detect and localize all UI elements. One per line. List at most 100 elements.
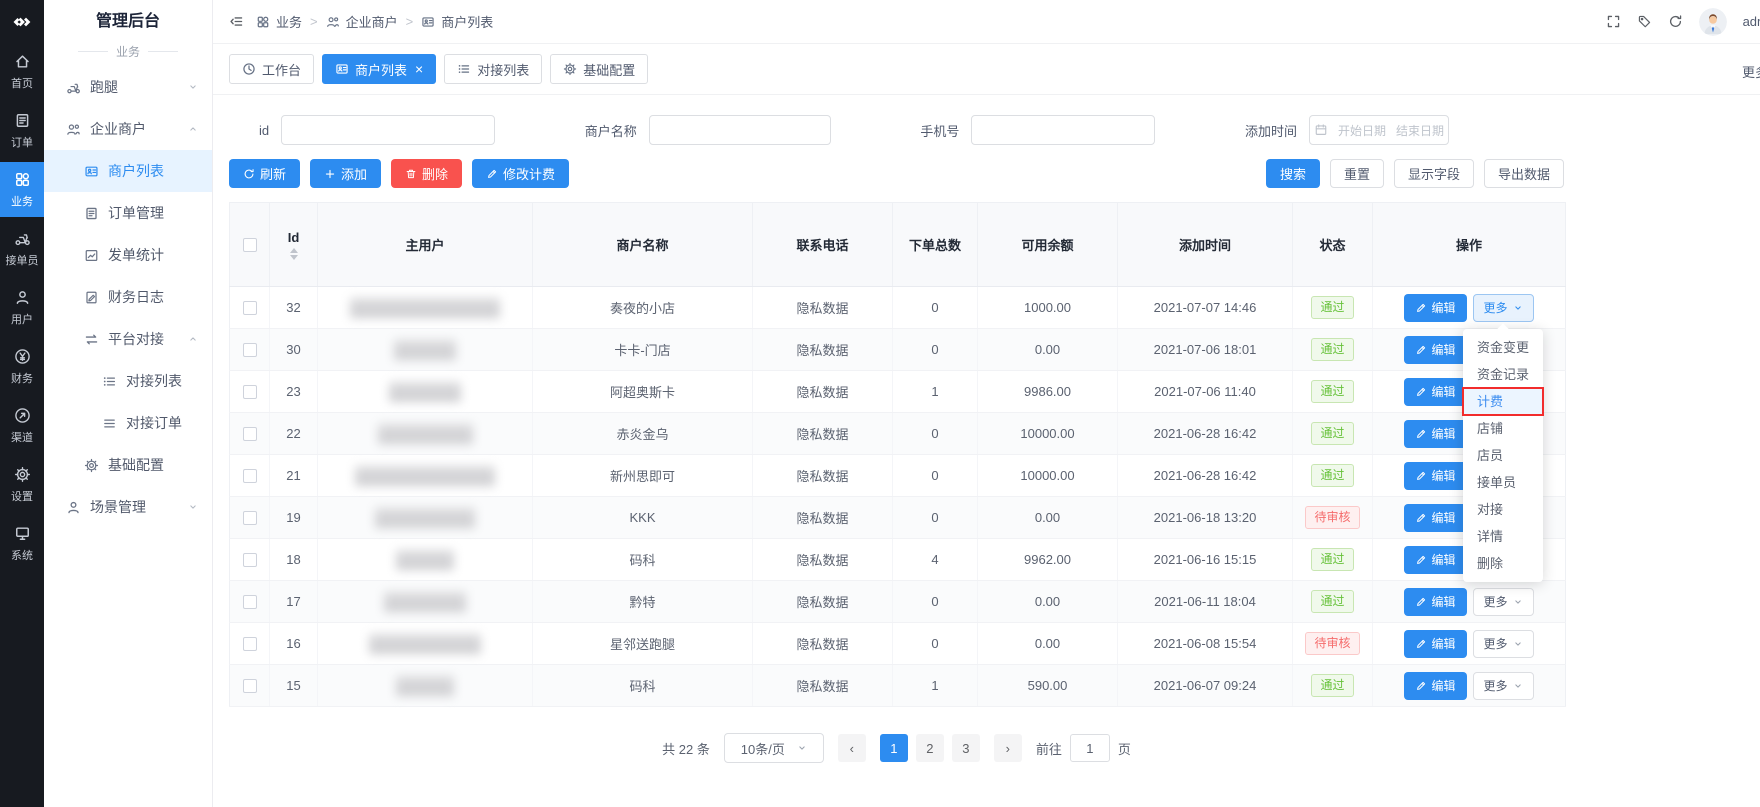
- dropdown-item-highlighted[interactable]: 计费: [1463, 388, 1543, 415]
- tab-listdots[interactable]: 对接列表: [444, 54, 542, 84]
- toolbar: 刷新 添加 删除 修改计费 搜索 重置 显示字段 导出数据: [229, 159, 1564, 188]
- sidebar-item-gear-9[interactable]: 基础配置: [44, 444, 212, 486]
- sidebar-item-user-10[interactable]: 场景管理: [44, 486, 212, 528]
- dropdown-item[interactable]: 详情: [1463, 523, 1543, 550]
- next-page-button[interactable]: ›: [994, 734, 1022, 762]
- more-button[interactable]: 更多: [1473, 672, 1534, 700]
- rail-item-monitor[interactable]: 系统: [0, 516, 44, 571]
- refresh-button[interactable]: 刷新: [229, 159, 300, 188]
- more-button[interactable]: 更多: [1473, 294, 1534, 322]
- rail-item-finance[interactable]: 财务: [0, 339, 44, 394]
- tab-clock[interactable]: 工作台: [229, 54, 314, 84]
- rail-item-channel[interactable]: 渠道: [0, 398, 44, 453]
- collapse-menu-icon[interactable]: [229, 14, 244, 29]
- dropdown-item[interactable]: 接单员: [1463, 469, 1543, 496]
- dropdown-item[interactable]: 资金记录: [1463, 361, 1543, 388]
- edit-button[interactable]: 编辑: [1404, 420, 1466, 448]
- row-checkbox[interactable]: [243, 343, 257, 357]
- sort-carets[interactable]: [290, 248, 298, 260]
- edit-billing-button[interactable]: 修改计费: [472, 159, 569, 188]
- edit-button[interactable]: 编辑: [1404, 504, 1466, 532]
- display-fields-button[interactable]: 显示字段: [1394, 159, 1474, 188]
- rail-item-order[interactable]: 订单: [0, 103, 44, 158]
- edit-button[interactable]: 编辑: [1404, 588, 1466, 616]
- dropdown-item[interactable]: 删除: [1463, 550, 1543, 577]
- dropdown-item[interactable]: 资金变更: [1463, 334, 1543, 361]
- breadcrumb-item-grid[interactable]: 业务: [256, 12, 302, 31]
- pagination: 共 22 条 10条/页 ‹ 123 › 前往 页: [229, 733, 1564, 763]
- cell-balance: 10000.00: [978, 413, 1118, 455]
- refresh-icon[interactable]: [1668, 14, 1683, 29]
- grid-icon: [14, 171, 31, 188]
- sidebar-item-swap-6[interactable]: 平台对接: [44, 318, 212, 360]
- edit-button[interactable]: 编辑: [1404, 462, 1466, 490]
- sidebar-item-people-1[interactable]: 企业商户: [44, 108, 212, 150]
- dropdown-item[interactable]: 店铺: [1463, 415, 1543, 442]
- rail-item-user[interactable]: 用户: [0, 280, 44, 335]
- add-button[interactable]: 添加: [310, 159, 381, 188]
- edit-button[interactable]: 编辑: [1404, 336, 1466, 364]
- tabs-more[interactable]: 更多: [1742, 62, 1760, 81]
- page-button-3[interactable]: 3: [952, 734, 980, 762]
- search-button[interactable]: 搜索: [1266, 159, 1320, 188]
- tab-gear[interactable]: 基础配置: [550, 54, 648, 84]
- dropdown-item[interactable]: 对接: [1463, 496, 1543, 523]
- row-checkbox[interactable]: [243, 427, 257, 441]
- edit-button[interactable]: 编辑: [1404, 546, 1466, 574]
- date-range-picker[interactable]: 开始日期 结束日期: [1309, 115, 1449, 145]
- more-button[interactable]: 更多: [1473, 588, 1534, 616]
- page-button-2[interactable]: 2: [916, 734, 944, 762]
- prev-page-button[interactable]: ‹: [838, 734, 866, 762]
- edit-button[interactable]: 编辑: [1404, 630, 1466, 658]
- id-filter-input[interactable]: [281, 115, 495, 145]
- avatar[interactable]: [1699, 8, 1727, 36]
- cell-merchant-name: 码科: [533, 539, 753, 581]
- edit-button[interactable]: 编辑: [1404, 378, 1466, 406]
- phone-filter-input[interactable]: [971, 115, 1155, 145]
- sidebar-item-lines-8[interactable]: 对接订单: [44, 402, 212, 444]
- sidebar-item-doc-3[interactable]: 订单管理: [44, 192, 212, 234]
- row-checkbox[interactable]: [243, 679, 257, 693]
- username[interactable]: admin: [1743, 14, 1760, 29]
- fullscreen-icon[interactable]: [1606, 14, 1621, 29]
- export-data-button[interactable]: 导出数据: [1484, 159, 1564, 188]
- delete-button[interactable]: 删除: [391, 159, 462, 188]
- breadcrumb-item-people[interactable]: 企业商户: [326, 12, 398, 31]
- sidebar-item-moped-0[interactable]: 跑腿: [44, 66, 212, 108]
- sidebar-item-chart-4[interactable]: 发单统计: [44, 234, 212, 276]
- rail-item-moped[interactable]: 接单员: [0, 221, 44, 276]
- row-checkbox[interactable]: [243, 385, 257, 399]
- breadcrumb-item-card[interactable]: 商户列表: [421, 12, 493, 31]
- edit-button[interactable]: 编辑: [1404, 294, 1466, 322]
- rail-item-gear[interactable]: 设置: [0, 457, 44, 512]
- row-checkbox[interactable]: [243, 637, 257, 651]
- goto-page-input[interactable]: [1070, 734, 1110, 762]
- rail-item-home[interactable]: 首页: [0, 44, 44, 99]
- page-button-1[interactable]: 1: [880, 734, 908, 762]
- tag-icon[interactable]: [1637, 14, 1652, 29]
- app-logo[interactable]: [0, 0, 44, 44]
- select-all-checkbox[interactable]: [243, 238, 257, 252]
- merchant-name-filter-input[interactable]: [649, 115, 831, 145]
- row-checkbox[interactable]: [243, 595, 257, 609]
- close-icon[interactable]: ×: [415, 62, 423, 76]
- dropdown-item[interactable]: 店员: [1463, 442, 1543, 469]
- sidebar-item-listdots-7[interactable]: 对接列表: [44, 360, 212, 402]
- people-icon: [66, 122, 81, 137]
- cell-order-total: 1: [893, 371, 978, 413]
- more-button[interactable]: 更多: [1473, 630, 1534, 658]
- breadcrumb-separator: >: [310, 14, 318, 29]
- tab-card[interactable]: 商户列表 ×: [322, 54, 436, 84]
- row-checkbox[interactable]: [243, 511, 257, 525]
- page-size-select[interactable]: 10条/页: [724, 733, 824, 763]
- sidebar-item-card-2[interactable]: 商户列表: [44, 150, 212, 192]
- reset-button[interactable]: 重置: [1330, 159, 1384, 188]
- row-checkbox[interactable]: [243, 301, 257, 315]
- sidebar-item-docedit-5[interactable]: 财务日志: [44, 276, 212, 318]
- row-checkbox[interactable]: [243, 553, 257, 567]
- status-badge: 通过: [1311, 464, 1353, 487]
- status-badge: 待审核: [1305, 632, 1359, 655]
- rail-item-grid[interactable]: 业务: [0, 162, 44, 217]
- edit-button[interactable]: 编辑: [1404, 672, 1466, 700]
- row-checkbox[interactable]: [243, 469, 257, 483]
